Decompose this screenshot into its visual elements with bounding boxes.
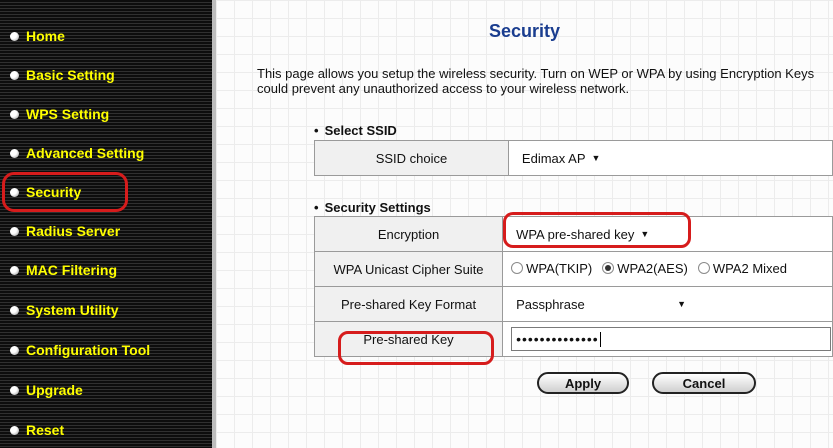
cipher-option-label: WPA(TKIP) <box>526 260 593 276</box>
sidebar-item-configuration-tool[interactable]: Configuration Tool <box>0 334 212 366</box>
sidebar-item-label: MAC Filtering <box>26 262 117 278</box>
sidebar-item-advanced-setting[interactable]: Advanced Setting <box>0 137 212 169</box>
cipher-option-mixed[interactable]: WPA2 Mixed <box>697 260 787 276</box>
sidebar-item-label: Home <box>26 28 65 44</box>
bullet-icon <box>10 345 19 355</box>
ssid-table: SSID choice Edimax AP ▼ <box>314 140 833 176</box>
active-item-highlight <box>2 172 128 212</box>
text-cursor <box>599 331 601 347</box>
sidebar-item-basic-setting[interactable]: Basic Setting <box>0 59 212 91</box>
ssid-choice-value: Edimax AP <box>521 150 586 166</box>
sidebar-item-label: Configuration Tool <box>26 342 151 358</box>
caret-down-icon: ▼ <box>677 299 687 309</box>
section-heading: Security Settings <box>324 200 431 215</box>
bullet-icon: • <box>314 200 319 215</box>
ssid-choice-select[interactable]: Edimax AP ▼ <box>516 147 606 169</box>
cipher-option-label: WPA2 Mixed <box>712 260 787 276</box>
bullet-icon <box>10 109 19 119</box>
security-table: Encryption WPA pre-shared key ▼ WPA Unic… <box>313 216 833 357</box>
cipher-option-tkip[interactable]: WPA(TKIP) <box>511 261 592 276</box>
bullet-icon: • <box>314 123 319 138</box>
bullet-icon <box>10 425 19 435</box>
encryption-value: WPA pre-shared key <box>516 226 635 242</box>
sidebar-item-system-utility[interactable]: System Utility <box>0 294 212 326</box>
key-format-cell: Passphrase ▼ <box>502 286 833 322</box>
section-security-settings: • Security Settings <box>314 200 431 215</box>
sidebar-item-label: Basic Setting <box>26 67 115 83</box>
encryption-cell: WPA pre-shared key ▼ <box>502 216 833 252</box>
sidebar-item-label: Radius Server <box>26 223 121 239</box>
sidebar: Home Basic Setting WPS Setting Advanced … <box>0 0 212 448</box>
pre-shared-key-label: Pre-shared Key <box>313 321 504 357</box>
bullet-icon <box>10 148 19 158</box>
sidebar-item-label: Advanced Setting <box>26 145 145 161</box>
cancel-button[interactable]: Cancel <box>652 372 756 394</box>
sidebar-item-reset[interactable]: Reset <box>0 414 212 446</box>
bullet-icon <box>10 305 19 315</box>
bullet-icon <box>10 31 19 41</box>
bullet-icon <box>10 226 19 236</box>
sidebar-item-upgrade[interactable]: Upgrade <box>0 374 212 406</box>
main-content: Security This page allows you setup the … <box>216 0 833 448</box>
pre-shared-key-value: •••••••••••••• <box>516 331 599 347</box>
ssid-choice-cell: Edimax AP ▼ <box>507 140 833 176</box>
ssid-choice-label: SSID choice <box>314 140 509 176</box>
caret-down-icon: ▼ <box>640 229 650 239</box>
cipher-suite-radio-group: WPA(TKIP) WPA2(AES) WPA2 Mixed <box>511 261 797 276</box>
sidebar-item-home[interactable]: Home <box>0 20 212 52</box>
caret-down-icon: ▼ <box>591 153 601 163</box>
apply-button[interactable]: Apply <box>537 372 629 394</box>
pre-shared-key-input[interactable]: •••••••••••••• <box>511 327 832 351</box>
sidebar-item-mac-filtering[interactable]: MAC Filtering <box>0 254 212 286</box>
cipher-suite-cell: WPA(TKIP) WPA2(AES) WPA2 Mixed <box>502 251 833 287</box>
sidebar-item-label: System Utility <box>26 302 119 318</box>
sidebar-item-wps-setting[interactable]: WPS Setting <box>0 98 212 130</box>
cipher-option-aes[interactable]: WPA2(AES) <box>602 261 688 276</box>
page-description: This page allows you setup the wireless … <box>257 66 815 96</box>
sidebar-item-label: Reset <box>26 422 65 438</box>
section-select-ssid: • Select SSID <box>314 123 397 138</box>
cipher-suite-label: WPA Unicast Cipher Suite <box>313 251 504 287</box>
radio-button[interactable] <box>697 262 710 275</box>
page-title: Security <box>488 21 561 41</box>
encryption-label: Encryption <box>313 216 504 252</box>
section-heading: Select SSID <box>324 123 397 138</box>
radio-button[interactable] <box>511 262 524 275</box>
key-format-value: Passphrase <box>516 296 585 312</box>
sidebar-item-radius-server[interactable]: Radius Server <box>0 215 212 247</box>
sidebar-item-label: WPS Setting <box>26 106 110 122</box>
bullet-icon <box>10 70 19 80</box>
key-format-label: Pre-shared Key Format <box>313 286 504 322</box>
sidebar-item-label: Upgrade <box>26 382 83 398</box>
radio-button-selected[interactable] <box>602 262 615 275</box>
bullet-icon <box>10 265 19 275</box>
encryption-select[interactable]: WPA pre-shared key ▼ <box>511 223 655 245</box>
cipher-option-label: WPA2(AES) <box>617 260 688 276</box>
key-format-select[interactable]: Passphrase ▼ <box>511 293 692 315</box>
bullet-icon <box>10 385 19 395</box>
pre-shared-key-cell: •••••••••••••• <box>502 321 833 357</box>
